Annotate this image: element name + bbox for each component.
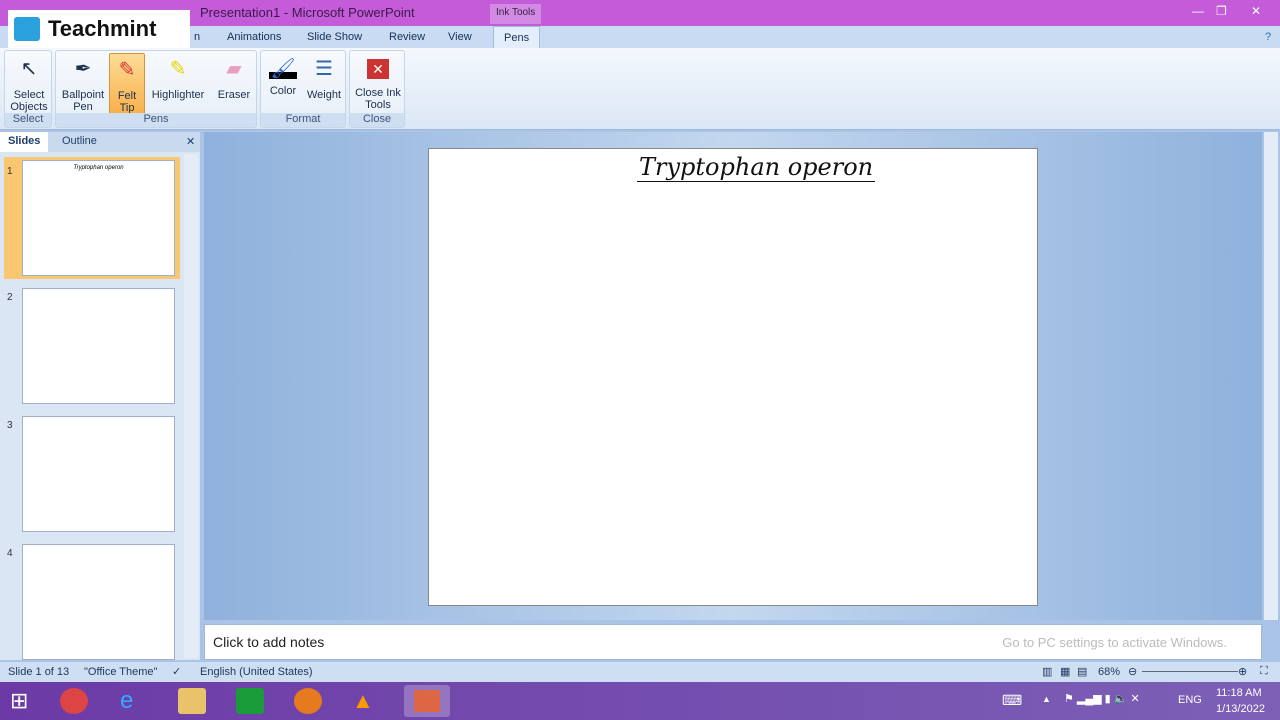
help-icon[interactable]: ? (1265, 31, 1271, 43)
tab-design[interactable]: n (194, 31, 200, 43)
slide-canvas[interactable]: Tryptophan operon (428, 148, 1038, 606)
status-bar: Slide 1 of 13 "Office Theme" ✓ English (… (0, 662, 1280, 682)
taskbar: ⊞ e ▲ ⌨ ▲ ⚑ ▂▄▆ ▮ 🔈 ✕ ENG 11:18 AM 1/13/… (0, 682, 1280, 720)
tab-slide-show[interactable]: Slide Show (307, 31, 362, 43)
clock-time[interactable]: 11:18 AM (1216, 687, 1262, 699)
theme-name[interactable]: "Office Theme" (84, 666, 157, 678)
label: Close Ink Tools (355, 87, 401, 111)
start-icon[interactable]: ⊞ (10, 688, 38, 714)
label: Ballpoint Pen (61, 89, 105, 113)
slide-scrollbar[interactable] (1264, 132, 1278, 620)
firefox-icon[interactable] (294, 688, 322, 714)
slide-thumbnail-3[interactable] (22, 416, 175, 532)
tab-pens[interactable]: Pens (493, 26, 541, 48)
language[interactable]: English (United States) (200, 666, 313, 678)
ie-icon[interactable]: e (120, 688, 148, 714)
color-button[interactable]: 🖌 Color (265, 53, 301, 97)
title-bar: Presentation1 - Microsoft PowerPoint Ink… (0, 0, 1280, 26)
slides-panel: Slides Outline ✕ 1 Tryptophan operon 2 3… (0, 132, 200, 660)
activation-watermark: Go to PC settings to activate Windows. (1002, 635, 1227, 650)
panel-scrollbar[interactable] (184, 154, 198, 658)
slide-thumbnail-4[interactable] (22, 544, 175, 660)
spellcheck-icon[interactable]: ✓ (172, 665, 181, 678)
eraser-button[interactable]: ▰ Eraser (214, 53, 254, 101)
ballpoint-pen-button[interactable]: ✒ Ballpoint Pen (59, 53, 107, 113)
chrome-icon[interactable] (60, 688, 88, 714)
zoom-level[interactable]: 68% (1098, 666, 1120, 678)
select-group: ↖ Select Objects Select (4, 50, 52, 128)
color-icon: 🖌 (269, 55, 297, 80)
notes-pane[interactable]: Click to add notes Go to PC settings to … (204, 624, 1262, 660)
label: Eraser (217, 89, 251, 101)
group-label: Pens (56, 113, 256, 127)
pens-group: ✒ Ballpoint Pen ✎Felt Tip Pen ✎ Highlighte… (55, 50, 257, 128)
select-objects-button[interactable]: ↖ Select Objects (7, 53, 51, 113)
keyboard-icon[interactable]: ⌨ (1002, 692, 1022, 709)
ballpoint-pen-icon: ✒ (74, 58, 92, 80)
group-label: Format (261, 113, 345, 127)
store-icon[interactable] (236, 688, 264, 714)
slide-number: 1 (7, 166, 13, 177)
file-explorer-icon[interactable] (178, 688, 206, 714)
notes-placeholder: Click to add notes (213, 634, 325, 650)
slide-number: 4 (7, 548, 13, 559)
input-language[interactable]: ENG (1178, 694, 1202, 706)
zoom-slider[interactable] (1142, 671, 1238, 672)
watermark-text: Teachmint (48, 16, 157, 41)
handwritten-title: Tryptophan operon (637, 153, 876, 182)
window-title: Presentation1 - Microsoft PowerPoint (200, 5, 415, 20)
tab-animations[interactable]: Animations (227, 31, 281, 43)
zoom-in-icon[interactable]: ⊕ (1238, 665, 1247, 678)
vlc-icon[interactable]: ▲ (352, 688, 380, 714)
close-panel-icon[interactable]: ✕ (186, 135, 195, 148)
close-x-icon: ✕ (367, 59, 389, 79)
cursor-icon: ↖ (20, 58, 38, 80)
fit-to-window-icon[interactable]: ⛶ (1260, 665, 1268, 678)
tab-review[interactable]: Review (389, 31, 425, 43)
weight-icon: ☰ (315, 58, 333, 80)
highlighter-button[interactable]: ✎ Highlighter (148, 53, 208, 101)
tab-view[interactable]: View (448, 31, 472, 43)
weight-button[interactable]: ☰ Weight (305, 53, 343, 101)
close-group: ✕ Close Ink Tools Close (349, 50, 405, 128)
slide-number: 2 (7, 292, 13, 303)
highlighter-icon: ✎ (169, 58, 187, 80)
ribbon: ↖ Select Objects Select ✒ Ballpoint Pen ✎ F… (0, 48, 1280, 130)
show-hidden-icons[interactable]: ▲ (1042, 694, 1051, 704)
felt-tip-pen-button[interactable]: ✎Felt Tip Pen (109, 53, 145, 126)
minimize-button[interactable]: — (1192, 4, 1204, 18)
slide-number: 3 (7, 420, 13, 431)
label: Select Objects (10, 89, 48, 113)
eraser-icon: ▰ (226, 58, 242, 80)
tab-slides[interactable]: Slides (0, 132, 49, 152)
label: Color (269, 85, 297, 97)
normal-view-icon[interactable]: ▥ (1042, 665, 1052, 678)
felt-pen-icon: ✎ (118, 59, 136, 81)
slide-editing-area: Tryptophan operon (204, 132, 1262, 620)
zoom-out-icon[interactable]: ⊖ (1128, 665, 1137, 678)
teachmint-watermark: Teachmint (8, 10, 190, 48)
label: Weight (306, 89, 342, 101)
slide-sorter-icon[interactable]: ▦ (1060, 665, 1070, 678)
teachmint-logo-icon (14, 17, 40, 41)
tray-icons[interactable]: ⚑ ▂▄▆ ▮ 🔈 ✕ (1064, 692, 1140, 705)
ink-tools-context-label: Ink Tools (490, 4, 542, 24)
tab-outline[interactable]: Outline (62, 135, 97, 147)
slide-thumbnail-2[interactable] (22, 288, 175, 404)
powerpoint-icon (414, 690, 440, 712)
slide-count: Slide 1 of 13 (8, 666, 70, 678)
close-ink-tools-button[interactable]: ✕ Close Ink Tools (352, 53, 404, 111)
slideshow-view-icon[interactable]: ▤ (1077, 665, 1087, 678)
clock-date[interactable]: 1/13/2022 (1216, 703, 1265, 715)
thumb-title: Tryptophan operon (73, 165, 124, 171)
ribbon-tabs: n Animations Slide Show Review View Pens… (0, 26, 1280, 48)
powerpoint-taskbar-button[interactable] (404, 685, 450, 717)
format-group: 🖌 Color ☰ Weight Format (260, 50, 346, 128)
restore-button[interactable]: ❐ (1216, 4, 1227, 18)
close-button[interactable]: ✕ (1251, 4, 1261, 18)
group-label: Close (350, 113, 404, 127)
slide-thumbnail-1[interactable]: Tryptophan operon (22, 160, 175, 276)
group-label: Select (5, 113, 51, 127)
label: Highlighter (151, 89, 205, 101)
